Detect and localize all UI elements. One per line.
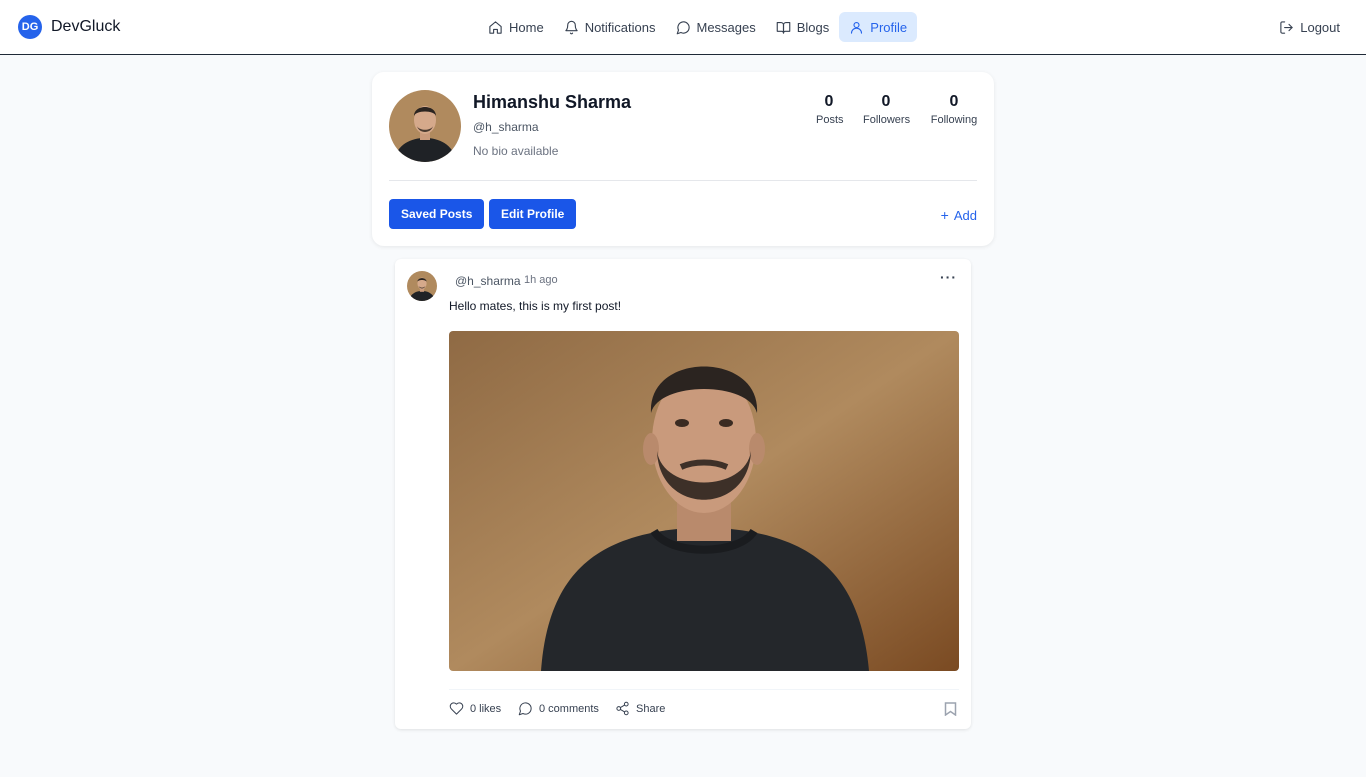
profile-bio: No bio available [473, 144, 559, 158]
stat-posts: 0 Posts [816, 93, 844, 126]
post-author-handle[interactable]: @h_sharma [455, 274, 521, 288]
brand[interactable]: DG DevGluck [18, 15, 120, 39]
profile-name: Himanshu Sharma [473, 92, 632, 112]
nav-item-blogs[interactable]: Blogs [766, 12, 840, 42]
nav-item-label: Home [509, 19, 544, 35]
post-timestamp: 1h ago [524, 274, 558, 286]
stat-value: 0 [881, 93, 891, 110]
add-label: Add [953, 207, 977, 223]
stat-value: 0 [949, 93, 959, 110]
post-card: @h_sharma 1h ago ··· Hello mates, this i… [395, 259, 971, 729]
brand-name: DevGluck [51, 18, 121, 35]
user-icon [851, 21, 863, 34]
nav-item-messages[interactable]: Messages [666, 12, 766, 42]
nav-item-label: Notifications [584, 19, 656, 35]
home-icon [489, 20, 502, 34]
nav-item-label: Messages [696, 19, 756, 35]
comment-icon [518, 702, 532, 716]
nav-item-profile[interactable]: Profile [839, 12, 918, 42]
nav-item-home[interactable]: Home [478, 12, 554, 42]
stat-following[interactable]: 0 Following [930, 93, 978, 126]
share-button[interactable]: Share [615, 701, 665, 716]
add-button[interactable]: + Add [941, 207, 977, 223]
stat-label: Posts [816, 114, 844, 126]
share-label: Share [636, 702, 666, 715]
top-navbar: DG DevGluck Home Notifications Messages … [0, 0, 1366, 55]
stat-followers[interactable]: 0 Followers [863, 93, 911, 126]
nav-item-label: Blogs [796, 19, 830, 35]
more-options-icon[interactable]: ··· [940, 269, 957, 285]
nav-item-label: Profile [870, 19, 908, 35]
heart-icon [449, 702, 464, 715]
like-button[interactable]: 0 likes [449, 701, 501, 716]
profile-divider [389, 180, 977, 181]
logout-button[interactable]: Logout [1279, 12, 1340, 42]
likes-count: 0 likes [470, 702, 502, 715]
stat-label: Followers [863, 114, 911, 126]
bookmark-button[interactable] [944, 702, 957, 721]
comment-button[interactable]: 0 comments [518, 701, 599, 716]
profile-card: Himanshu Sharma @h_sharma No bio availab… [372, 72, 994, 246]
logout-icon [1280, 20, 1293, 34]
comments-count: 0 comments [539, 702, 599, 715]
brand-logo: DG [18, 15, 42, 39]
stat-value: 0 [824, 93, 834, 110]
share-icon [616, 701, 629, 716]
nav-item-notifications[interactable]: Notifications [554, 12, 666, 42]
plus-icon: + [940, 207, 949, 223]
profile-handle: @h_sharma [473, 120, 539, 134]
message-icon [676, 20, 690, 34]
stat-label: Following [930, 114, 978, 126]
logout-label: Logout [1300, 19, 1340, 35]
edit-profile-button[interactable]: Edit Profile [489, 199, 577, 229]
bell-icon [565, 20, 578, 34]
post-avatar[interactable] [407, 271, 437, 301]
saved-posts-button[interactable]: Saved Posts [389, 199, 485, 229]
profile-avatar [389, 90, 461, 162]
post-text: Hello mates, this is my first post! [449, 299, 622, 313]
main-nav: Home Notifications Messages Blogs Profil… [478, 12, 918, 42]
bookmark-icon [944, 702, 957, 717]
post-image[interactable] [449, 331, 959, 671]
book-icon [776, 21, 791, 34]
post-divider [449, 689, 959, 690]
